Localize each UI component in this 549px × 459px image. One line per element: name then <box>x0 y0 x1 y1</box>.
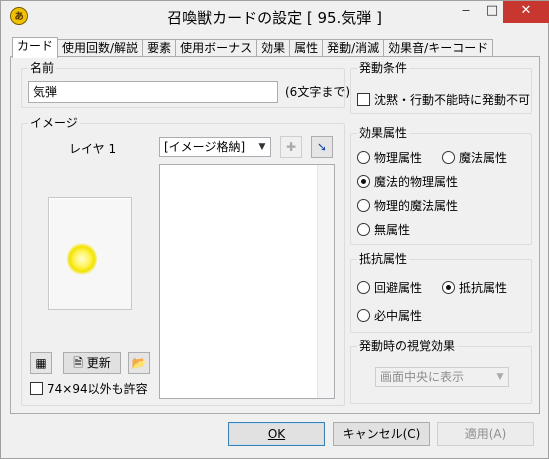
visual-effect-label: 発動時の視覚効果 <box>357 339 458 353</box>
resist-attribute-label: 抵抗属性 <box>357 252 410 266</box>
silence-disable-checkbox-label: 沈黙・行動不能時に発動不可 <box>374 93 531 107</box>
radio-physical-label: 物理属性 <box>374 151 423 165</box>
silence-disable-checkbox[interactable]: 沈黙・行動不能時に発動不可 <box>357 91 530 108</box>
radio-magical-physical-dot[interactable] <box>357 175 370 188</box>
chevron-down-icon: ▼ <box>258 142 266 152</box>
grid-icon[interactable]: ▦ <box>30 352 52 374</box>
refresh-button[interactable]: 🗎 更新 <box>63 352 121 374</box>
chevron-down-icon: ▼ <box>496 372 504 382</box>
sparkle-image <box>67 242 97 276</box>
open-folder-icon[interactable]: 📂 <box>128 352 150 374</box>
radio-magic-dot[interactable] <box>442 151 455 164</box>
name-input[interactable]: 気弾 <box>28 81 278 103</box>
image-group-label: イメージ <box>28 116 80 130</box>
radio-no-attribute-dot[interactable] <box>357 223 370 236</box>
minimize-button[interactable]: ‒ <box>453 1 479 23</box>
trigger-conditions-label: 発動条件 <box>357 61 410 75</box>
close-button[interactable]: ✕ <box>503 1 549 23</box>
radio-magical-physical[interactable]: 魔法的物理属性 <box>357 173 458 190</box>
radio-physical-dot[interactable] <box>357 151 370 164</box>
resist-attribute-group: 抵抗属性 回避属性 抵抗属性 必中属性 <box>350 252 532 333</box>
tab-card[interactable]: カード <box>12 37 59 58</box>
visual-effect-select-value: 画面中央に表示 <box>380 370 465 384</box>
effect-attribute-group: 効果属性 物理属性 魔法属性 魔法的物理属性 物理的魔法属性 無属性 <box>350 126 532 245</box>
card-image-preview <box>48 197 132 310</box>
settings-dialog: ぁ 召喚獣カードの設定 [ 95.気弾 ] ‒ □ ✕ カード 使用回数/解説 … <box>0 0 549 459</box>
tab-strip: カード 使用回数/解説 要素 使用ボーナス 効果 属性 発動/消滅 効果音/キー… <box>12 37 494 58</box>
radio-resistance-label: 抵抗属性 <box>459 281 508 295</box>
refresh-icon: 🗎 <box>73 356 83 370</box>
visual-effect-group: 発動時の視覚効果 画面中央に表示 ▼ <box>350 339 532 404</box>
image-group: イメージ レイヤ 1 [イメージ格納] ▼ ✚ ➘ ▦ 🗎 更新 📂 74×94… <box>21 116 345 406</box>
name-group: 名前 気弾 (6文字まで) <box>21 61 350 108</box>
apply-button[interactable]: 適用(A) <box>437 422 534 446</box>
tab-panel: 名前 気弾 (6文字まで) イメージ レイヤ 1 [イメージ格納] ▼ ✚ ➘ … <box>10 56 540 414</box>
radio-physical-magic[interactable]: 物理的魔法属性 <box>357 197 458 214</box>
radio-resistance[interactable]: 抵抗属性 <box>442 279 507 296</box>
radio-magic-label: 魔法属性 <box>459 151 508 165</box>
radio-sure-hit[interactable]: 必中属性 <box>357 307 422 324</box>
silence-disable-checkbox-box[interactable] <box>357 93 370 106</box>
name-group-label: 名前 <box>28 61 57 75</box>
radio-magical-physical-label: 魔法的物理属性 <box>374 175 459 189</box>
layer-list[interactable] <box>159 164 335 399</box>
layer-list-scrollbar[interactable] <box>317 165 334 398</box>
radio-resistance-dot[interactable] <box>442 281 455 294</box>
add-layer-icon[interactable]: ✚ <box>280 136 302 158</box>
ok-button[interactable]: OK <box>228 422 325 446</box>
cancel-button[interactable]: キャンセル(C) <box>333 422 430 446</box>
radio-physical[interactable]: 物理属性 <box>357 149 422 166</box>
radio-no-attribute[interactable]: 無属性 <box>357 221 410 238</box>
move-layer-icon[interactable]: ➘ <box>311 136 333 158</box>
name-hint: (6文字まで) <box>285 85 350 99</box>
refresh-label: 更新 <box>86 356 111 370</box>
ok-label: OK <box>267 427 286 441</box>
radio-no-attribute-label: 無属性 <box>374 223 411 237</box>
image-store-select-value: [イメージ格納] <box>164 140 246 154</box>
trigger-conditions-group: 発動条件 沈黙・行動不能時に発動不可 <box>350 61 532 114</box>
allow-size-checkbox-label: 74×94以外も許容 <box>47 382 148 396</box>
title-bar[interactable]: ぁ 召喚獣カードの設定 [ 95.気弾 ] ‒ □ ✕ <box>1 1 549 33</box>
allow-size-checkbox-box[interactable] <box>30 382 43 395</box>
radio-evasion-label: 回避属性 <box>374 281 423 295</box>
radio-sure-hit-label: 必中属性 <box>374 309 423 323</box>
visual-effect-select[interactable]: 画面中央に表示 ▼ <box>375 367 509 387</box>
radio-evasion[interactable]: 回避属性 <box>357 279 422 296</box>
radio-physical-magic-dot[interactable] <box>357 199 370 212</box>
radio-sure-hit-dot[interactable] <box>357 309 370 322</box>
image-store-select[interactable]: [イメージ格納] ▼ <box>159 137 271 157</box>
allow-size-checkbox[interactable]: 74×94以外も許容 <box>30 380 148 397</box>
layer-label: レイヤ 1 <box>69 142 117 156</box>
maximize-button[interactable]: □ <box>479 1 505 23</box>
effect-attribute-label: 効果属性 <box>357 126 410 140</box>
radio-physical-magic-label: 物理的魔法属性 <box>374 199 459 213</box>
radio-evasion-dot[interactable] <box>357 281 370 294</box>
radio-magic[interactable]: 魔法属性 <box>442 149 507 166</box>
